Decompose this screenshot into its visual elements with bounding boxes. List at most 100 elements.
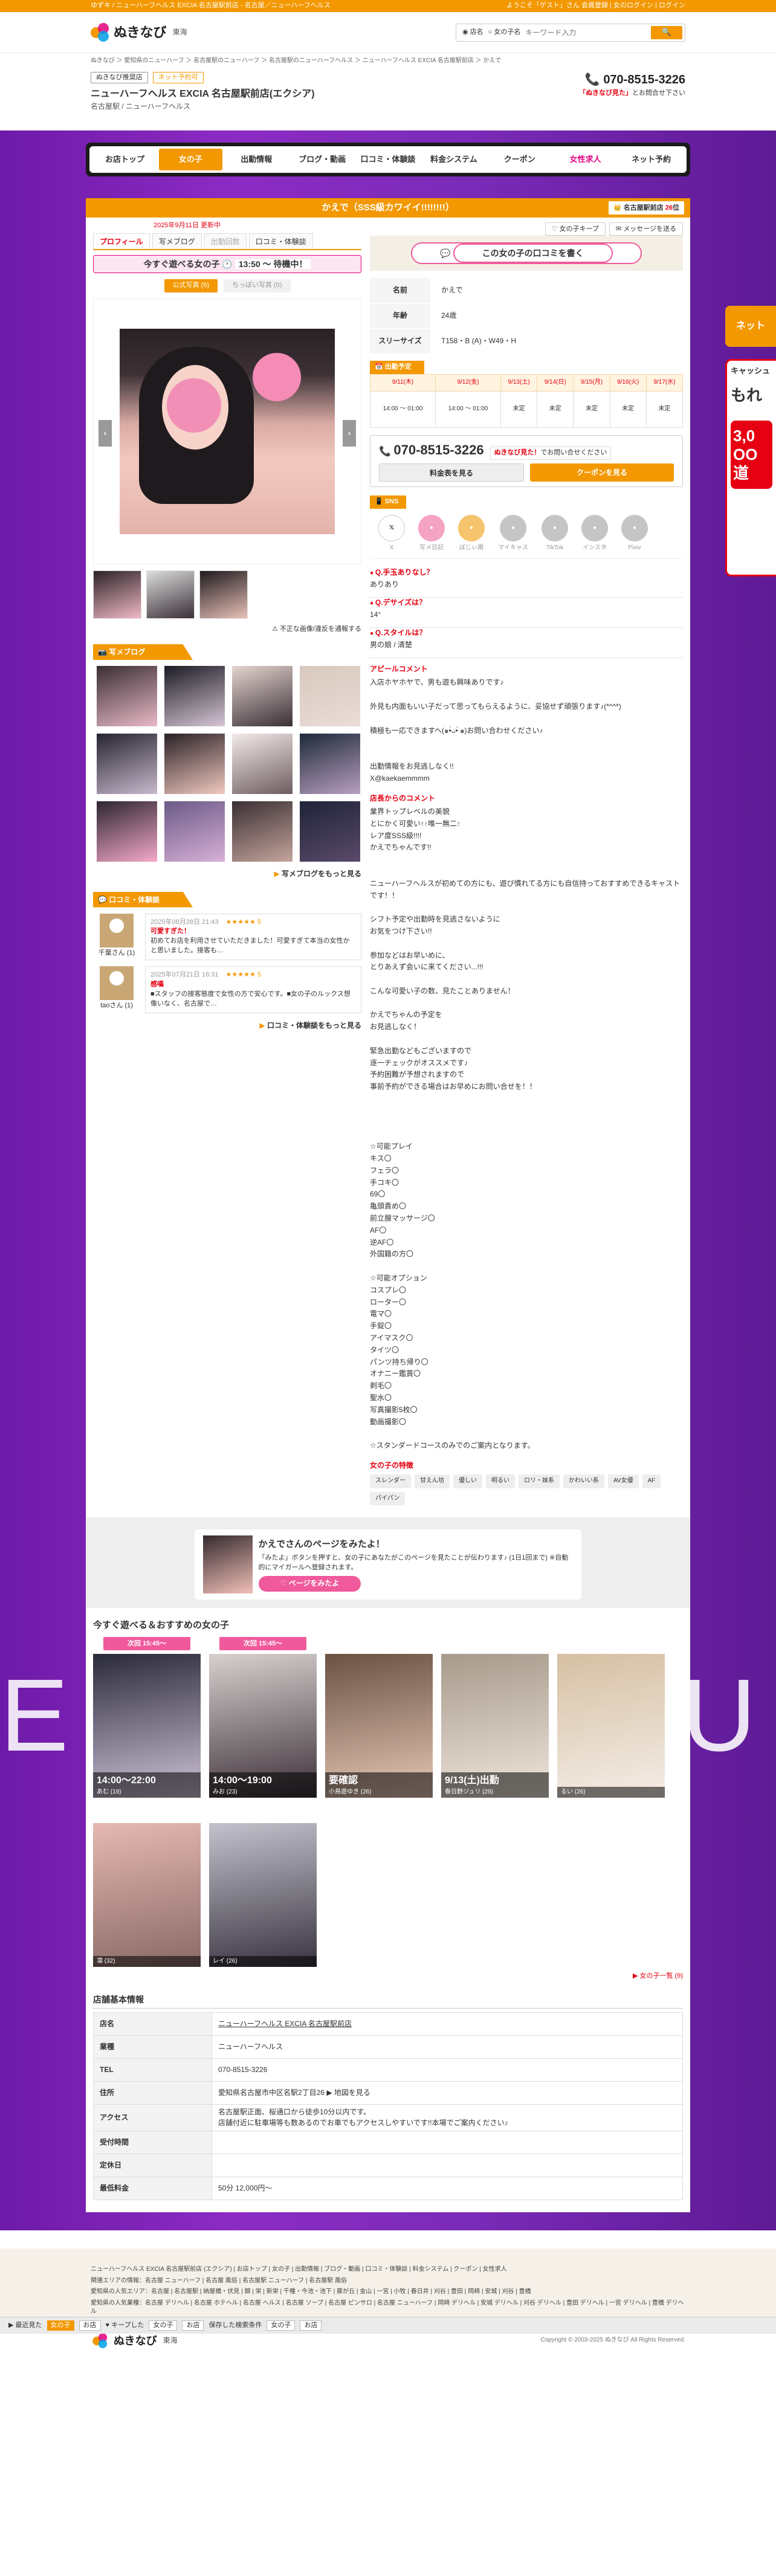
search-input[interactable]	[525, 24, 646, 40]
thumbnail[interactable]	[199, 570, 248, 619]
nav-item[interactable]: 女の子	[158, 149, 222, 170]
breadcrumb[interactable]: ぬきなび ＞ 愛知県のニューハーフ ＞ 名古屋駅のニューハーフ ＞ 名古屋駅のニ…	[91, 53, 685, 66]
nav-item[interactable]: 料金システム	[422, 149, 485, 170]
blog-photo[interactable]	[164, 666, 225, 727]
blog-photo[interactable]	[300, 801, 360, 862]
blog-photo[interactable]	[97, 666, 157, 727]
footer-popular-area[interactable]: 愛知県の人気エリア：名古屋 | 名古屋駅 | 納屋橋・伏見 | 錦 | 栄 | …	[91, 2288, 685, 2297]
write-review-button[interactable]: 💬 この女の子の口コミを書く	[411, 242, 642, 265]
recommend-girl-card[interactable]: 9/13(土)出勤 春日野ジュリ (29)	[441, 1637, 549, 1798]
blog-more-link[interactable]: 写メブログをもっと見る	[93, 869, 361, 879]
blog-photo[interactable]	[97, 734, 157, 795]
recommend-girl-card[interactable]: 凛 (32)	[93, 1806, 201, 1968]
basic-info-value[interactable]: ニューハーフヘルス EXCIA 名古屋駅前店	[212, 2012, 683, 2036]
tab-attendance[interactable]: 出勤回数	[204, 233, 247, 249]
blog-photo[interactable]	[164, 734, 225, 795]
nav-item[interactable]: ネット予約	[619, 149, 683, 170]
feature-tag[interactable]: ロリ・妹系	[519, 1474, 560, 1488]
recommend-girl-card[interactable]: レイ (26)	[209, 1806, 317, 1968]
nav-item[interactable]: 口コミ・体験談	[357, 149, 420, 170]
nav-item[interactable]: お店トップ	[93, 149, 157, 170]
footer-popular-genre[interactable]: 愛知県の人気業種：名古屋 デリヘル | 名古屋 ホテヘル | 名古屋 ヘルス |…	[91, 2299, 685, 2317]
keep-girl-tab[interactable]: 女の子	[149, 2320, 178, 2331]
report-photo-link[interactable]: ⚠ 不正な画像/違反を通報する	[93, 625, 361, 634]
saved-shop-tab[interactable]: お店	[300, 2320, 322, 2331]
sns-link[interactable]: ● Pixiv	[621, 514, 648, 553]
keep-shop-tab[interactable]: お店	[182, 2320, 204, 2331]
tab-profile[interactable]: プロフィール	[93, 233, 150, 249]
tab-blog[interactable]: 写メブログ	[152, 233, 202, 249]
sns-link[interactable]: ● 写メ日記	[418, 514, 445, 553]
feature-tag[interactable]: スレンダー	[370, 1474, 411, 1488]
top-strip-right[interactable]: ようこそ「ゲスト」さん 会員登録 | 女のログイン | ログイン	[506, 1, 685, 11]
shop-phone: 📞 070-8515-3226 「ぬきなび見た」とお問合せ下さい	[579, 71, 685, 98]
coupon-button[interactable]: クーポンを見る	[530, 463, 674, 482]
blog-photo[interactable]	[232, 801, 293, 862]
blog-photo[interactable]	[97, 801, 157, 862]
review-item[interactable]: 千葉さん (1) 2025年08月28日 21:43 ★★★★★ 5 可愛すぎた！ 初め…	[93, 913, 361, 961]
feature-tag[interactable]: パイパン	[370, 1491, 406, 1506]
girl-name: るい (26)	[561, 1788, 586, 1795]
thumbnail[interactable]	[146, 570, 195, 619]
blog-photo[interactable]	[300, 666, 360, 727]
recommend-girl-card[interactable]: 要確認 小鳥遊ゆき (26)	[325, 1637, 433, 1798]
blog-photo[interactable]	[232, 734, 293, 795]
thumbnail[interactable]	[93, 570, 141, 619]
feature-tag[interactable]: AF	[642, 1474, 661, 1488]
feature-tag[interactable]: かわいい系	[563, 1474, 604, 1488]
basic-info-value[interactable]: 愛知県名古屋市中区名駅2丁目26 ▶ 地図を見る	[212, 2081, 683, 2105]
sns-link[interactable]: 𝕏X	[378, 514, 405, 553]
tab-other-photos[interactable]: ちっぽい写真 (0)	[224, 279, 291, 293]
mitayo-button[interactable]: ♡ ページをみたよ	[258, 1576, 361, 1592]
feature-tag[interactable]: 明るい	[486, 1474, 515, 1488]
feature-tag[interactable]: 優しい	[453, 1474, 482, 1488]
next-photo-arrow[interactable]: ›	[343, 420, 356, 447]
feature-tag[interactable]: 甘えん坊	[415, 1474, 450, 1488]
footer-logo[interactable]: ぬきなび 東海	[91, 2331, 178, 2351]
keep-girl-button[interactable]: ♡ 女の子キープ	[545, 222, 606, 236]
tab-official-photos[interactable]: 公式写真 (5)	[164, 279, 218, 293]
saved-girl-tab[interactable]: 女の子	[267, 2320, 296, 2331]
blog-photo[interactable]	[300, 734, 360, 795]
girl-overlay: 14:00〜22:00 あむ (19)	[93, 1772, 201, 1798]
girl-list-link[interactable]: ▶ 女の子一覧 (9)	[93, 1972, 683, 1981]
review-item[interactable]: taoさん (1) 2025年07月21日 16:31 ★★★★★ 5 感嘆 ■スタッフ…	[93, 966, 361, 1013]
footer-area-links[interactable]: 関連エリアの情報：名古屋 ニューハーフ | 名古屋 風俗 | 名古屋駅 ニューハ…	[91, 2277, 685, 2286]
sns-link[interactable]: ● ぽじぃ掲	[458, 514, 485, 553]
basic-info-value: 070-8515-3226	[212, 2058, 683, 2082]
site-logo[interactable]: ぬきなび 東海	[91, 22, 187, 42]
phone-number[interactable]: 📞 070-8515-3226	[579, 71, 685, 89]
side-banner[interactable]: キャッシュ もれ 3,0 OO 道	[725, 359, 776, 576]
girl-time: 14:00〜22:00	[97, 1775, 156, 1786]
blog-photo[interactable]	[164, 801, 225, 862]
recommend-girl-card[interactable]: 次回 15:45〜 14:00〜22:00 あむ (19)	[93, 1637, 201, 1798]
sns-link[interactable]: ● インスタ	[581, 514, 608, 553]
send-message-button[interactable]: ✉ メッセージを送る	[609, 222, 683, 236]
nav-item[interactable]: 女性求人	[554, 149, 617, 170]
clock-icon: 🕐	[222, 259, 233, 269]
blog-photo[interactable]	[232, 666, 293, 727]
recommended-tag: ぬきなび推奨店	[91, 71, 148, 84]
recommend-girl-card[interactable]: 次回 15:45〜 14:00〜19:00 みお (23)	[209, 1637, 317, 1798]
search-option-girl[interactable]: ○ 女の子名	[488, 28, 521, 37]
nav-item[interactable]: クーポン	[488, 149, 551, 170]
contact-phone[interactable]: 070-8515-3226	[379, 442, 484, 457]
footer-shop-links[interactable]: ニューハーフヘルス EXCIA 名古屋駅前店 (エクシア) | お店トップ | …	[91, 2265, 685, 2274]
price-button[interactable]: 料金表を見る	[379, 463, 524, 482]
history-girl-tab[interactable]: 女の子	[47, 2320, 74, 2331]
recommend-girl-card[interactable]: るい (26)	[557, 1637, 665, 1798]
schedule-cell: 未定	[573, 390, 610, 428]
tab-review[interactable]: 口コミ・体験談	[248, 233, 313, 249]
sns-link[interactable]: ● TikTok	[542, 514, 568, 553]
nav-item[interactable]: 出勤情報	[225, 149, 288, 170]
search-option-shop[interactable]: ◉ 店名	[462, 28, 483, 37]
sns-link[interactable]: ● マイキャス	[498, 514, 528, 553]
basic-info-key: アクセス	[93, 2104, 212, 2132]
history-shop-tab[interactable]: お店	[79, 2320, 101, 2331]
feature-tag[interactable]: AV女優	[608, 1474, 639, 1488]
nav-item[interactable]: ブログ・動画	[291, 149, 354, 170]
side-net-reserve-button[interactable]: ネット	[725, 306, 776, 347]
search-button[interactable]: 🔍	[651, 25, 682, 39]
prev-photo-arrow[interactable]: ‹	[99, 420, 112, 447]
review-more-link[interactable]: 口コミ・体験談をもっと見る	[93, 1021, 361, 1031]
